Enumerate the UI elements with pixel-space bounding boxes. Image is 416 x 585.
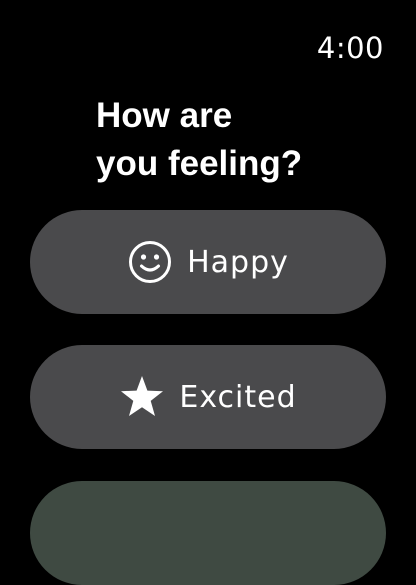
status-time: 4:00	[316, 31, 384, 65]
excited-label: Excited	[179, 379, 297, 415]
mood-option-button[interactable]	[30, 481, 386, 585]
excited-button[interactable]: Excited	[30, 345, 386, 449]
happy-button[interactable]: Happy	[30, 210, 386, 314]
title-line-2: you feeling?	[96, 144, 303, 183]
smiley-face-icon	[127, 239, 173, 285]
happy-label: Happy	[187, 244, 289, 280]
page-title: How are you feeling?	[96, 92, 356, 188]
star-icon	[119, 374, 165, 420]
title-line-1: How are	[96, 96, 233, 135]
